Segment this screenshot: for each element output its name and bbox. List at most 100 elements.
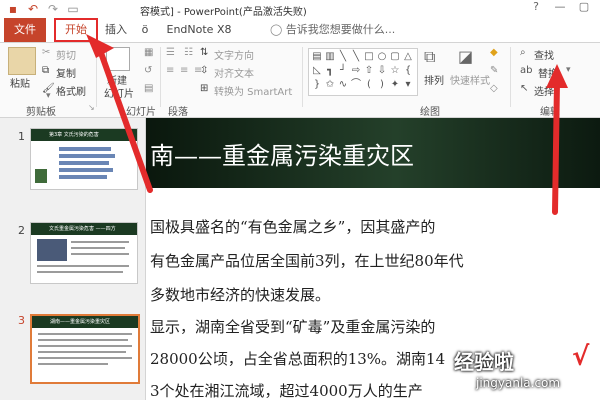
star-shape-icon[interactable]: ✩ xyxy=(324,78,336,91)
slide-title[interactable]: 南——重金属污染重灾区 xyxy=(150,136,414,171)
text-box-shape-icon[interactable]: ▤ xyxy=(311,50,323,63)
layout-icon[interactable]: ▦ xyxy=(144,47,153,58)
align-text-button[interactable]: 对齐文本 xyxy=(214,65,254,80)
thumbnail-text-line xyxy=(71,247,125,249)
slide-thumbnail-1[interactable]: 第3章 文氏污染的危害 xyxy=(30,128,138,190)
thumbnail-title: 文氏重金属污染危害 ——四方 xyxy=(49,226,116,232)
arrange-icon: ⧉ xyxy=(424,47,436,66)
section-icon[interactable]: ▤ xyxy=(144,83,153,94)
redo-icon[interactable]: ↷ xyxy=(46,2,60,16)
scissors-icon: ✂ xyxy=(42,47,51,58)
numbering-icon[interactable]: ☷ xyxy=(184,47,193,58)
triangle-shape-icon[interactable]: ◺ xyxy=(311,64,323,77)
thumbnail-text-line xyxy=(37,265,129,267)
select-button[interactable]: 选择 xyxy=(534,83,554,98)
brace-shape-icon[interactable]: ( xyxy=(363,78,375,91)
shape-fill-icon[interactable]: ◆ xyxy=(490,47,498,58)
help-button[interactable]: ? xyxy=(528,0,544,16)
convert-smartart-button[interactable]: 转换为 SmartArt xyxy=(214,83,292,98)
star-shape-icon[interactable]: ✦ xyxy=(389,78,401,91)
tab-endnote[interactable]: EndNote X8 xyxy=(164,18,234,42)
thumbnail-bullet-bar xyxy=(59,161,109,165)
quick-styles-button[interactable]: 快速样式 xyxy=(450,72,490,87)
elbow-connector-shape-icon[interactable]: ┓ xyxy=(324,64,336,77)
shapes-gallery[interactable]: ▤ ▥ ╲ ╲ □ ○ ▢ △ ◺ ┓ ┘ ⇨ ⇧ ⇩ ☆ { } ✩ ∿ ⌒ … xyxy=(308,48,418,96)
gallery-more-icon[interactable]: ▾ xyxy=(402,78,414,91)
slide-text-line[interactable]: 显示，湖南全省受到“矿毒”及重金属污染的 xyxy=(150,316,435,337)
slide-text-line[interactable]: 28000公顷，占全省总面积的13%。湖南14 xyxy=(150,348,445,369)
format-painter-button[interactable]: 格式刷 xyxy=(56,83,86,98)
group-separator xyxy=(302,47,303,107)
thumbnail-bullet-bar xyxy=(59,154,115,158)
quick-access-toolbar: ▪ ↶ ↷ ▭ xyxy=(6,1,80,17)
paste-button[interactable]: 粘贴 xyxy=(10,75,30,90)
star-shape-icon[interactable]: ☆ xyxy=(389,64,401,77)
replace-button[interactable]: 替换 xyxy=(538,65,558,80)
align-left-icon[interactable]: ≡ xyxy=(166,65,174,76)
arrow-down-shape-icon[interactable]: ⇩ xyxy=(376,64,388,77)
select-icon: ↖ xyxy=(520,83,529,94)
slide-thumbnail-3[interactable]: 湖南——重金属污染重灾区 xyxy=(30,314,140,384)
minimize-button[interactable]: — xyxy=(552,0,568,16)
slide-text-line[interactable]: 国极具盛名的“有色金属之乡”，因其盛产的 xyxy=(150,216,435,237)
clipboard-launcher-icon[interactable]: ↘ xyxy=(88,103,95,112)
watermark-text: 经验啦 xyxy=(454,350,514,374)
slide-text-line[interactable]: 有色金属产品位居全国前3列，在上世纪80年代 xyxy=(150,250,464,271)
paste-icon[interactable] xyxy=(8,47,36,75)
slide-thumbnail-pane: 1 第3章 文氏污染的危害 2 文氏重金属污染危害 ——四方 3 湖南——重金属… xyxy=(0,118,146,400)
slides-group-label: 幻灯片 xyxy=(126,107,156,118)
rounded-rectangle-shape-icon[interactable]: ▢ xyxy=(389,50,401,63)
copy-button[interactable]: 复制 xyxy=(56,65,76,80)
copy-icon: ⧉ xyxy=(42,65,50,76)
brace-shape-icon[interactable]: } xyxy=(311,78,323,91)
align-text-icon: ⇳ xyxy=(200,65,209,76)
shape-outline-icon[interactable]: ✎ xyxy=(490,65,498,76)
tab-insert[interactable]: 插入 xyxy=(100,18,132,42)
slide-text-line[interactable]: 多数地市经济的快速发展。 xyxy=(150,284,330,305)
arrange-button[interactable]: 排列 xyxy=(424,72,444,87)
thumbnail-text-line xyxy=(71,253,129,255)
bullets-icon[interactable]: ☰ xyxy=(166,47,175,58)
align-center-icon[interactable]: ≡ xyxy=(180,65,188,76)
triangle-shape-icon[interactable]: △ xyxy=(402,50,414,63)
line-shape-icon[interactable]: ╲ xyxy=(337,50,349,63)
text-direction-button[interactable]: 文字方向 xyxy=(214,47,254,62)
tab-home[interactable]: 开始 xyxy=(54,18,98,42)
reset-icon[interactable]: ↺ xyxy=(144,65,152,76)
slide-number: 2 xyxy=(18,224,25,237)
curve-shape-icon[interactable]: ∿ xyxy=(337,78,349,91)
new-slide-icon[interactable] xyxy=(106,47,130,71)
thumbnail-text-line xyxy=(38,351,126,353)
oval-shape-icon[interactable]: ○ xyxy=(376,50,388,63)
clipboard-group-label: 剪贴板 xyxy=(26,107,56,118)
thumbnail-title: 湖南——重金属污染重灾区 xyxy=(50,319,111,325)
smartart-icon: ⊞ xyxy=(200,83,209,94)
vertical-text-shape-icon[interactable]: ▥ xyxy=(324,50,336,63)
start-presentation-icon[interactable]: ▭ xyxy=(66,2,80,16)
arc-shape-icon[interactable]: ⌒ xyxy=(350,78,362,91)
watermark-url: jingyanla.com xyxy=(476,376,561,390)
brace-shape-icon[interactable]: ) xyxy=(376,78,388,91)
slide-thumbnail-2[interactable]: 文氏重金属污染危害 ——四方 xyxy=(30,222,138,284)
restore-button[interactable]: ▢ xyxy=(576,0,592,16)
shape-effects-icon[interactable]: ◇ xyxy=(490,83,498,94)
brace-shape-icon[interactable]: { xyxy=(402,64,414,77)
slide-text-line[interactable]: 3个处在湘江流域，超过4000万人的生产 xyxy=(150,380,423,401)
tab-file[interactable]: 文件 xyxy=(4,18,46,42)
cut-button[interactable]: 剪切 xyxy=(56,47,76,62)
line-shape-icon[interactable]: ╲ xyxy=(350,50,362,63)
find-icon: ⌕ xyxy=(520,47,526,58)
arrow-right-shape-icon[interactable]: ⇨ xyxy=(350,64,362,77)
thumbnail-text-line xyxy=(37,271,123,273)
tab-design[interactable]: ö xyxy=(136,18,154,42)
replace-dropdown-icon[interactable]: ▾ xyxy=(566,65,571,75)
tell-me-box[interactable]: ◯ 告诉我您想要做什么... xyxy=(270,18,395,42)
save-icon[interactable]: ▪ xyxy=(6,2,20,16)
thumbnail-text-line xyxy=(38,363,108,365)
arrow-up-shape-icon[interactable]: ⇧ xyxy=(363,64,375,77)
undo-icon[interactable]: ↶ xyxy=(26,2,40,16)
find-button[interactable]: 查找 xyxy=(534,47,554,62)
elbow-connector-shape-icon[interactable]: ┘ xyxy=(337,64,349,77)
thumbnail-bullet-bar xyxy=(59,175,107,179)
rectangle-shape-icon[interactable]: □ xyxy=(363,50,375,63)
